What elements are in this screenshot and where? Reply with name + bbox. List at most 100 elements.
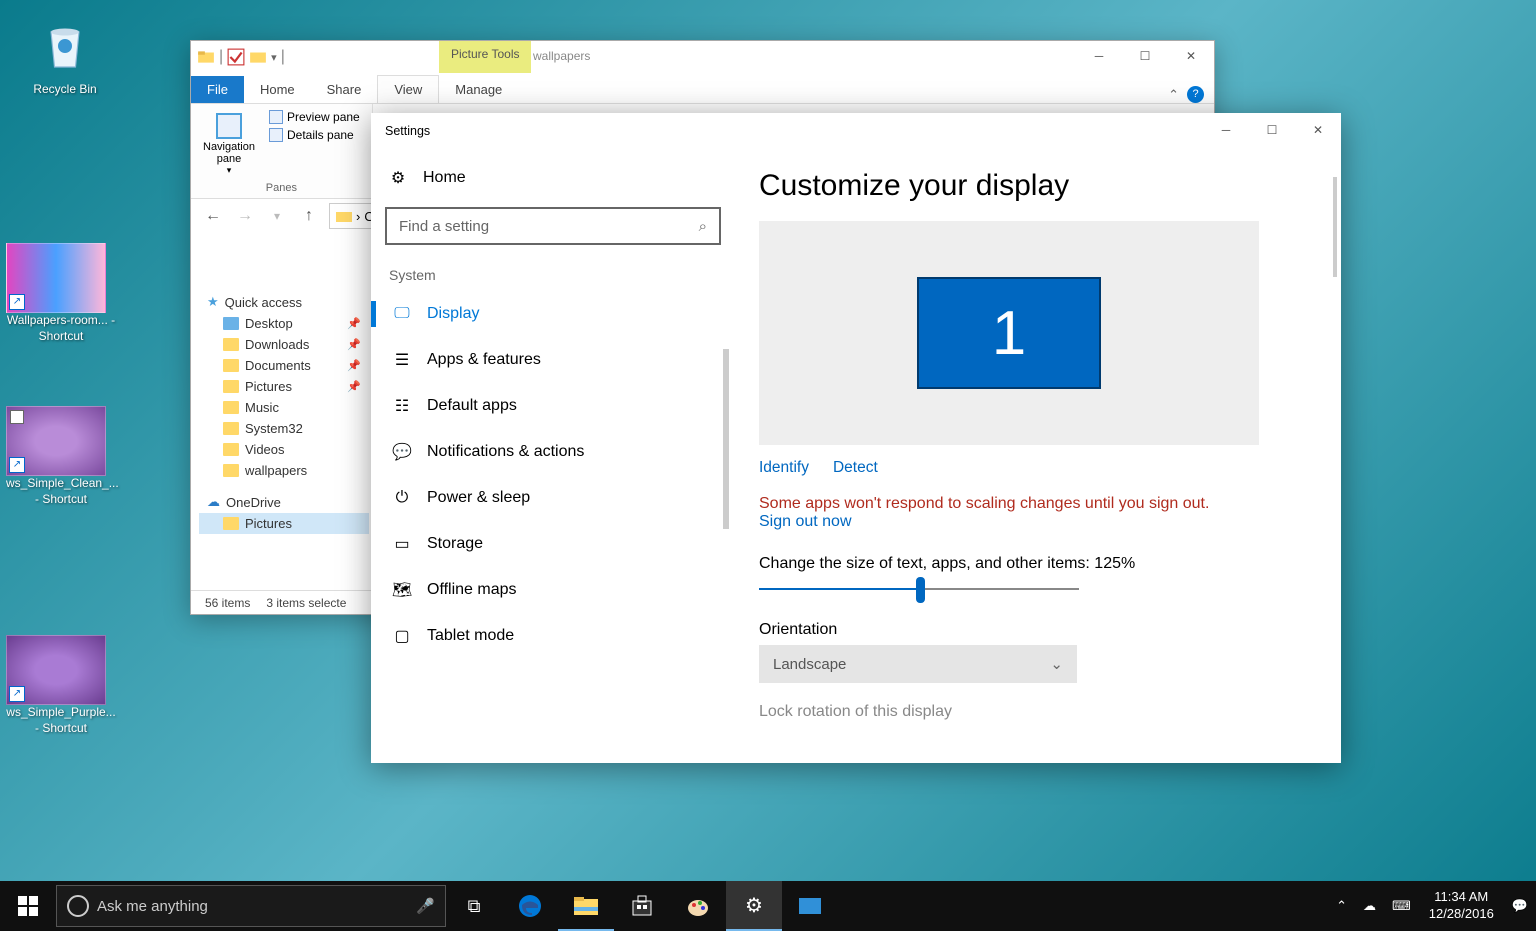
pin-icon: 📌 (347, 338, 361, 351)
ribbon-tab-view[interactable]: View (377, 75, 439, 103)
monitor-icon[interactable]: 1 (917, 277, 1101, 389)
scrollbar[interactable] (723, 349, 729, 529)
start-button[interactable] (0, 881, 56, 931)
close-button[interactable]: ✕ (1168, 41, 1214, 71)
explorer-titlebar[interactable]: | ▾ | Picture Tools wallpapers ─ ☐ ✕ (191, 41, 1214, 73)
display-icon: 🖵 (393, 305, 411, 323)
ribbon-tab-manage[interactable]: Manage (439, 76, 518, 103)
recent-button[interactable]: ▾ (265, 204, 289, 228)
settings-titlebar[interactable]: Settings ─ ☐ ✕ (371, 113, 1341, 149)
tray-onedrive-icon[interactable]: ☁ (1355, 898, 1384, 914)
maximize-button[interactable]: ☐ (1122, 41, 1168, 71)
taskbar-app-settings[interactable]: ⚙ (726, 881, 782, 931)
taskbar: Ask me anything 🎤 ⧉ ⚙ ⌃ ☁ ⌨ 11:34 AM 12/… (0, 881, 1536, 931)
detect-link[interactable]: Detect (833, 459, 878, 477)
search-input[interactable]: Find a setting ⌕ (385, 207, 721, 245)
taskbar-app-unknown[interactable] (782, 881, 838, 931)
up-button[interactable]: ↑ (297, 204, 321, 228)
nav-item-tablet-mode[interactable]: ▢Tablet mode (385, 613, 717, 659)
desktop-icon-label: Wallpapers-room... - Shortcut (6, 313, 116, 344)
tray-keyboard-icon[interactable]: ⌨ (1384, 898, 1419, 914)
ribbon-group-label: Panes (199, 180, 364, 194)
tree-item-pictures[interactable]: Pictures📌 (199, 376, 369, 397)
nav-item-power[interactable]: ⏻Power & sleep (385, 475, 717, 521)
tree-quick-access[interactable]: ★Quick access (199, 291, 369, 313)
window-title: wallpapers (533, 49, 590, 63)
pin-icon: 📌 (347, 380, 361, 393)
tree-item-desktop[interactable]: Desktop📌 (199, 313, 369, 334)
desktop-icon-label: ws_Simple_Purple... - Shortcut (6, 705, 116, 736)
default-apps-icon: ☷ (393, 397, 411, 415)
tree-item-music[interactable]: Music (199, 397, 369, 418)
folder-icon[interactable] (249, 48, 267, 66)
taskbar-app-edge[interactable] (502, 881, 558, 931)
thumbnail-icon: ↗ (6, 243, 106, 313)
tree-item-onedrive-pictures[interactable]: Pictures (199, 513, 369, 534)
contextual-tab[interactable]: Picture Tools (439, 41, 531, 73)
maximize-button[interactable]: ☐ (1249, 115, 1295, 145)
tree-item-documents[interactable]: Documents📌 (199, 355, 369, 376)
nav-item-display[interactable]: 🖵Display (385, 291, 717, 337)
folder-icon[interactable] (197, 48, 215, 66)
taskbar-app-paint[interactable] (670, 881, 726, 931)
map-icon: 🗺 (393, 581, 411, 599)
taskbar-app-store[interactable] (614, 881, 670, 931)
scale-slider[interactable] (759, 579, 1079, 601)
navigation-pane-button[interactable]: Navigation pane ▾ (199, 108, 259, 180)
tree-item-videos[interactable]: Videos (199, 439, 369, 460)
nav-item-offline-maps[interactable]: 🗺Offline maps (385, 567, 717, 613)
cortana-search[interactable]: Ask me anything 🎤 (56, 885, 446, 927)
ribbon-tab-share[interactable]: Share (311, 76, 378, 103)
back-button[interactable]: ← (201, 204, 225, 228)
settings-nav: ⚙ Home Find a setting ⌕ System 🖵Display … (371, 149, 731, 763)
pin-icon: 📌 (347, 317, 361, 330)
desktop-icon-simple-clean[interactable]: ↗ ws_Simple_Clean_... - Shortcut (6, 406, 116, 507)
ribbon-tab-file[interactable]: File (191, 76, 244, 103)
details-pane-button[interactable]: Details pane (265, 126, 364, 144)
identify-link[interactable]: Identify (759, 459, 809, 477)
task-view-button[interactable]: ⧉ (446, 881, 502, 931)
ribbon-tab-home[interactable]: Home (244, 76, 311, 103)
collapse-ribbon-icon[interactable]: ⌃ (1168, 87, 1179, 103)
recycle-bin-icon (33, 14, 97, 78)
preview-pane-button[interactable]: Preview pane (265, 108, 364, 126)
nav-item-default-apps[interactable]: ☷Default apps (385, 383, 717, 429)
desktop-icon-simple-purple[interactable]: ↗ ws_Simple_Purple... - Shortcut (6, 635, 116, 736)
nav-item-notifications[interactable]: 💬Notifications & actions (385, 429, 717, 475)
minimize-button[interactable]: ─ (1203, 115, 1249, 145)
search-icon: ⌕ (699, 218, 707, 235)
apps-icon: ☰ (393, 351, 411, 369)
forward-button[interactable]: → (233, 204, 257, 228)
checkbox-icon[interactable] (10, 410, 24, 424)
orientation-select[interactable]: Landscape ⌄ (759, 645, 1077, 683)
chevron-down-icon: ⌄ (1050, 655, 1063, 673)
taskbar-app-explorer[interactable] (558, 881, 614, 931)
tray-overflow[interactable]: ⌃ (1328, 898, 1355, 914)
lock-rotation-label: Lock rotation of this display (759, 683, 1313, 721)
help-icon[interactable]: ? (1187, 86, 1204, 103)
window-title: Settings (385, 124, 430, 138)
tree-onedrive[interactable]: ☁OneDrive (199, 491, 369, 513)
minimize-button[interactable]: ─ (1076, 41, 1122, 71)
nav-home[interactable]: ⚙ Home (385, 159, 717, 207)
system-tray: ⌃ ☁ ⌨ 11:34 AM 12/28/2016 💬 (1328, 889, 1536, 923)
gear-icon: ⚙ (745, 893, 763, 918)
signout-link[interactable]: Sign out now (759, 513, 1313, 547)
mic-icon[interactable]: 🎤 (416, 897, 435, 915)
action-center-icon[interactable]: 💬 (1504, 898, 1536, 914)
nav-item-storage[interactable]: ▭Storage (385, 521, 717, 567)
nav-item-apps[interactable]: ☰Apps & features (385, 337, 717, 383)
scrollbar[interactable] (1333, 177, 1337, 277)
tree-item-system32[interactable]: System32 (199, 418, 369, 439)
desktop-icon-label: ws_Simple_Clean_... - Shortcut (6, 476, 116, 507)
desktop-icon-recycle-bin[interactable]: Recycle Bin (10, 14, 120, 98)
close-button[interactable]: ✕ (1295, 115, 1341, 145)
desktop-icon-wallpapers-room[interactable]: ↗ Wallpapers-room... - Shortcut (6, 243, 116, 344)
checkbox-check-icon[interactable] (227, 48, 245, 66)
edge-icon (517, 893, 543, 919)
clock[interactable]: 11:34 AM 12/28/2016 (1419, 889, 1504, 923)
desktop-icon-label: Recycle Bin (10, 82, 120, 98)
tree-item-wallpapers[interactable]: wallpapers (199, 460, 369, 481)
tree-item-downloads[interactable]: Downloads📌 (199, 334, 369, 355)
display-preview[interactable]: 1 (759, 221, 1259, 445)
